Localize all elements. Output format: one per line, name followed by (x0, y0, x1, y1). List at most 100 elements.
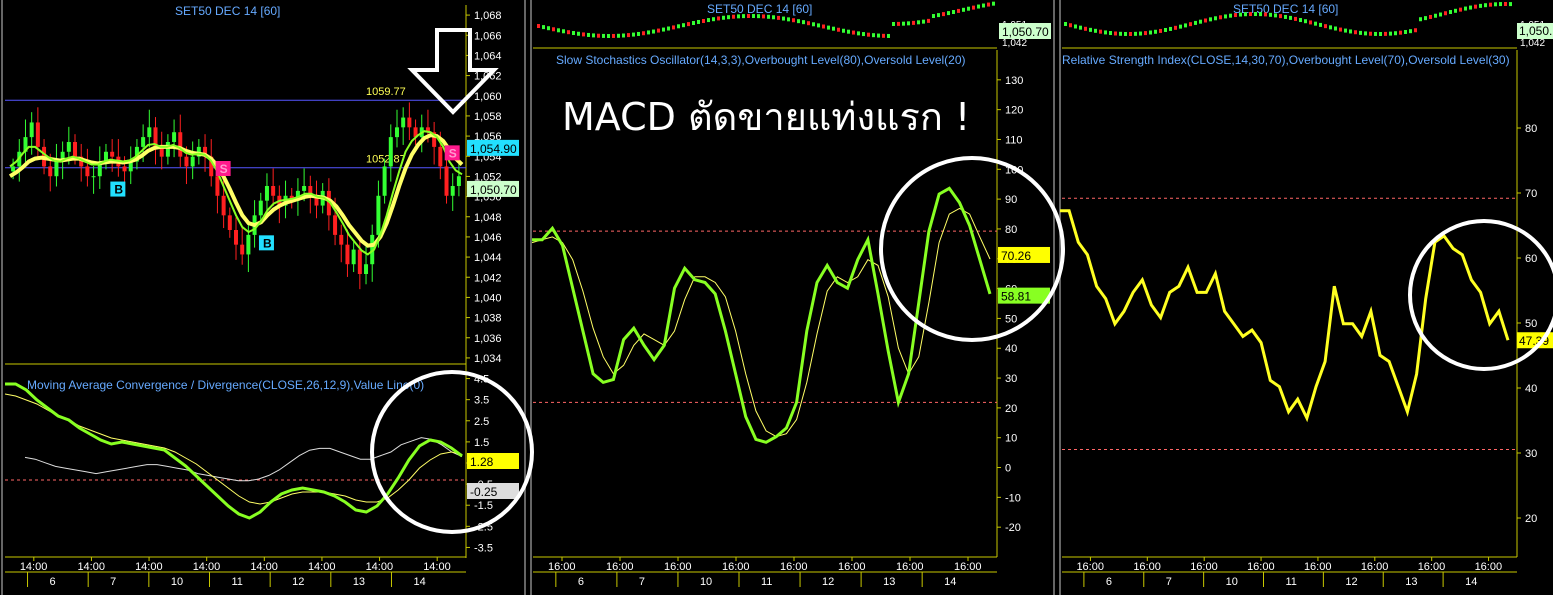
mini-candle (1474, 4, 1477, 9)
candle-body (364, 264, 369, 274)
mini-candle (1239, 12, 1242, 17)
x-time-label: 16:00 (1190, 561, 1218, 573)
panel2-title: SET50 DEC 14 [60] (707, 2, 812, 16)
rsi-line (1060, 209, 1510, 423)
mini-candle (772, 15, 775, 20)
mini-candle (1299, 18, 1302, 23)
x-day-label: 6 (50, 576, 56, 588)
y-tick-label: -1.5 (474, 500, 493, 512)
mini-candle (817, 23, 820, 28)
mini-candle (1499, 2, 1502, 7)
mini-candle (787, 17, 790, 22)
mini-candle (782, 16, 785, 21)
mini-candle (1079, 25, 1082, 30)
mini-candle (1254, 12, 1257, 17)
candle-body (35, 122, 40, 147)
macd-histogram-line (24, 437, 463, 482)
mini-candle (552, 27, 555, 32)
candle-body (438, 146, 443, 167)
x-day-label: 13 (1405, 576, 1417, 588)
mini-candle (582, 32, 585, 37)
mini-candle (1074, 24, 1077, 29)
mini-candle (1199, 19, 1202, 24)
x-time-label: 14:00 (250, 561, 278, 573)
mini-candle (1184, 23, 1187, 28)
y-tick-label: -3.5 (474, 542, 493, 554)
mini-candle (897, 21, 900, 26)
x-time-label: 14:00 (135, 561, 163, 573)
mini-y-label: 1,042 (1002, 38, 1027, 49)
mini-candle (1314, 21, 1317, 26)
mini-candle (872, 33, 875, 38)
mini-candle (992, 1, 995, 6)
mini-candle (1464, 6, 1467, 11)
stochastic-title: Slow Stochastics Oscillator(14,3,3),Over… (556, 53, 966, 67)
mini-candle (1434, 13, 1437, 18)
candle-body (401, 117, 406, 128)
x-time-label: 14:00 (77, 561, 105, 573)
x-time-label: 16:00 (1475, 561, 1503, 573)
mini-candle (1494, 2, 1497, 7)
mini-candle (1424, 16, 1427, 21)
macd-value-tag: -0.25 (470, 485, 498, 499)
mini-candle (852, 30, 855, 35)
mini-candle (1249, 12, 1252, 17)
x-time-label: 16:00 (954, 561, 982, 573)
mini-candle (972, 5, 975, 10)
mini-candle (1279, 14, 1282, 19)
candle-body (110, 151, 115, 157)
y-tick-label: 1.5 (474, 437, 489, 449)
mini-candle (1264, 12, 1267, 17)
mini-candle (682, 23, 685, 28)
panel1-x-axis: 14:00 14:00 14:00 14:00 14:00 14:00 14:00 14:00… (5, 556, 466, 588)
mini-candle (1209, 17, 1212, 22)
mini-candle (622, 33, 625, 38)
candle-body (165, 142, 170, 157)
mini-candle (1174, 25, 1177, 30)
candle-body (48, 166, 53, 177)
mini-candle (542, 25, 545, 30)
mini-candle (572, 31, 575, 36)
mini-candle (1484, 3, 1487, 8)
mini-candle (1459, 7, 1462, 12)
x-day-label: 13 (353, 576, 365, 588)
mini-candle (807, 21, 810, 26)
mini-candle (987, 2, 990, 7)
mini-candle (657, 28, 660, 33)
mini-candle (1224, 14, 1227, 19)
candle-body (388, 137, 393, 167)
candle-body (444, 166, 449, 196)
mini-candle (562, 29, 565, 34)
mini-candle (1504, 2, 1507, 7)
y-tick-label: 20 (1525, 513, 1537, 525)
y-tick-label: 1,066 (474, 30, 502, 42)
mini-candle (1169, 26, 1172, 31)
mini-candle (1114, 31, 1117, 36)
x-time-label: 16:00 (780, 561, 808, 573)
x-time-label: 16:00 (606, 561, 634, 573)
mini-candle (932, 14, 935, 19)
mini-candle (687, 22, 690, 27)
x-time-label: 16:00 (838, 561, 866, 573)
mini-candle (1469, 5, 1472, 10)
mini-candle (862, 32, 865, 37)
mini-candle (612, 33, 615, 38)
mini-candle (902, 21, 905, 26)
mini-candle (1344, 28, 1347, 33)
mini-candle (1109, 31, 1112, 36)
x-day-label: 14 (413, 576, 425, 588)
x-time-label: 16:00 (1361, 561, 1389, 573)
mini-candle (1509, 2, 1512, 7)
mini-candle (947, 11, 950, 16)
mini-candle (1104, 30, 1107, 35)
mini-candle (692, 21, 695, 26)
x-day-label: 6 (578, 576, 584, 588)
candle-body (394, 127, 399, 138)
rsi-title: Relative Strength Index(CLOSE,14,30,70),… (1062, 53, 1510, 67)
mini-candle (1349, 29, 1352, 34)
y-tick-label: 1,048 (474, 212, 502, 224)
x-time-label: 14:00 (308, 561, 336, 573)
y-tick-label: 1,046 (474, 232, 502, 244)
mini-candle (982, 3, 985, 8)
mini-candle (827, 25, 830, 30)
